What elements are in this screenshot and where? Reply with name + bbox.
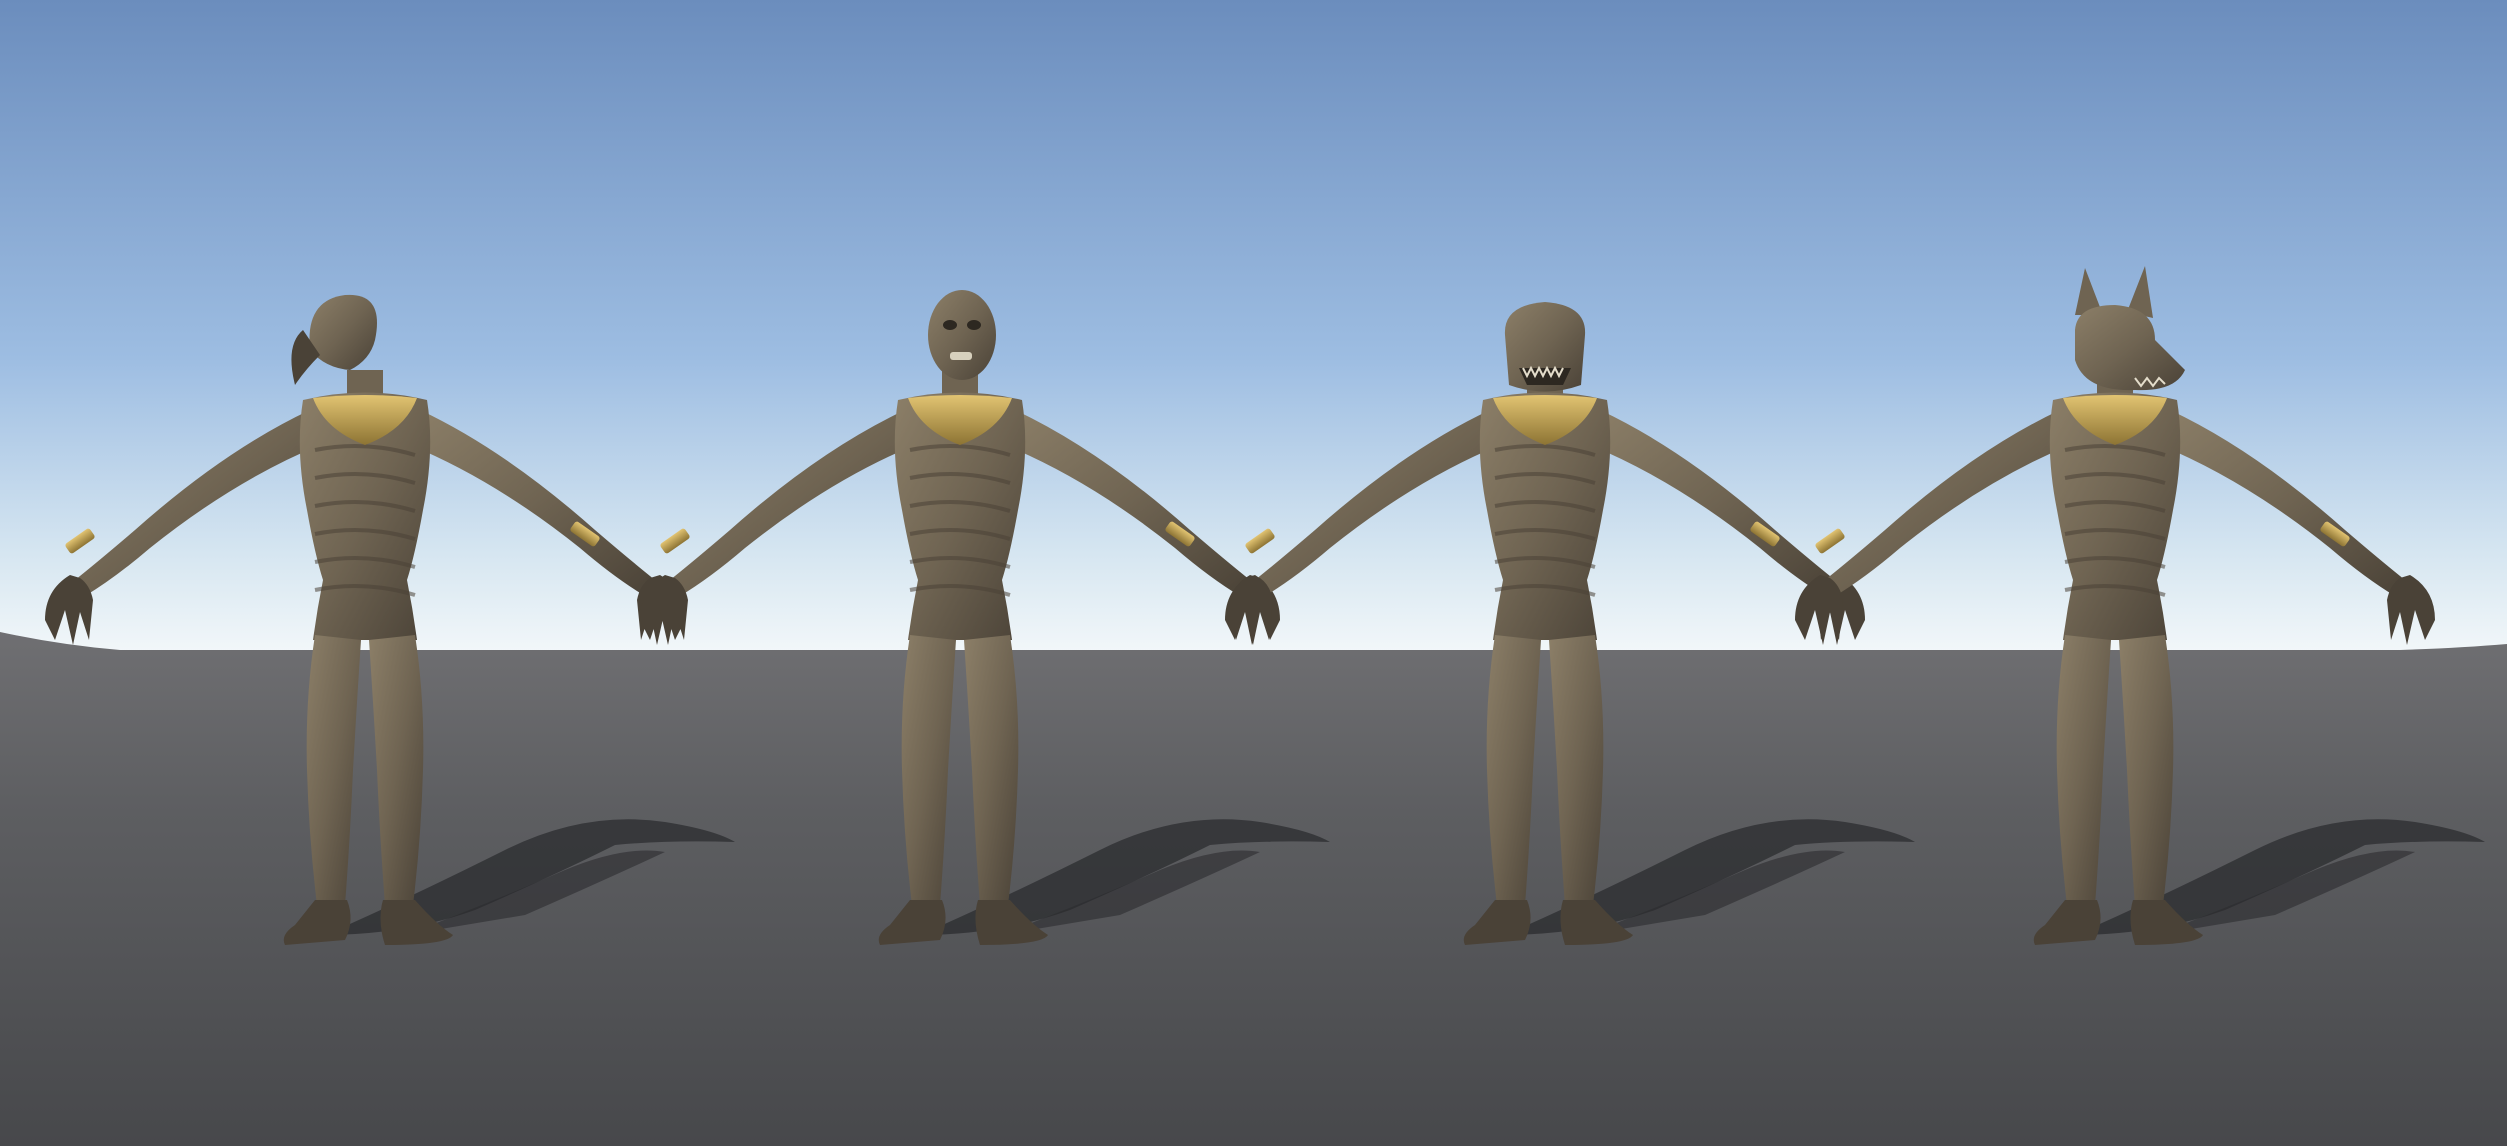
game-viewport (0, 0, 2507, 1146)
scene-render (0, 0, 2507, 1146)
teeth (950, 352, 972, 360)
eye-socket (943, 320, 957, 330)
eye-socket (967, 320, 981, 330)
human-head (928, 290, 996, 380)
